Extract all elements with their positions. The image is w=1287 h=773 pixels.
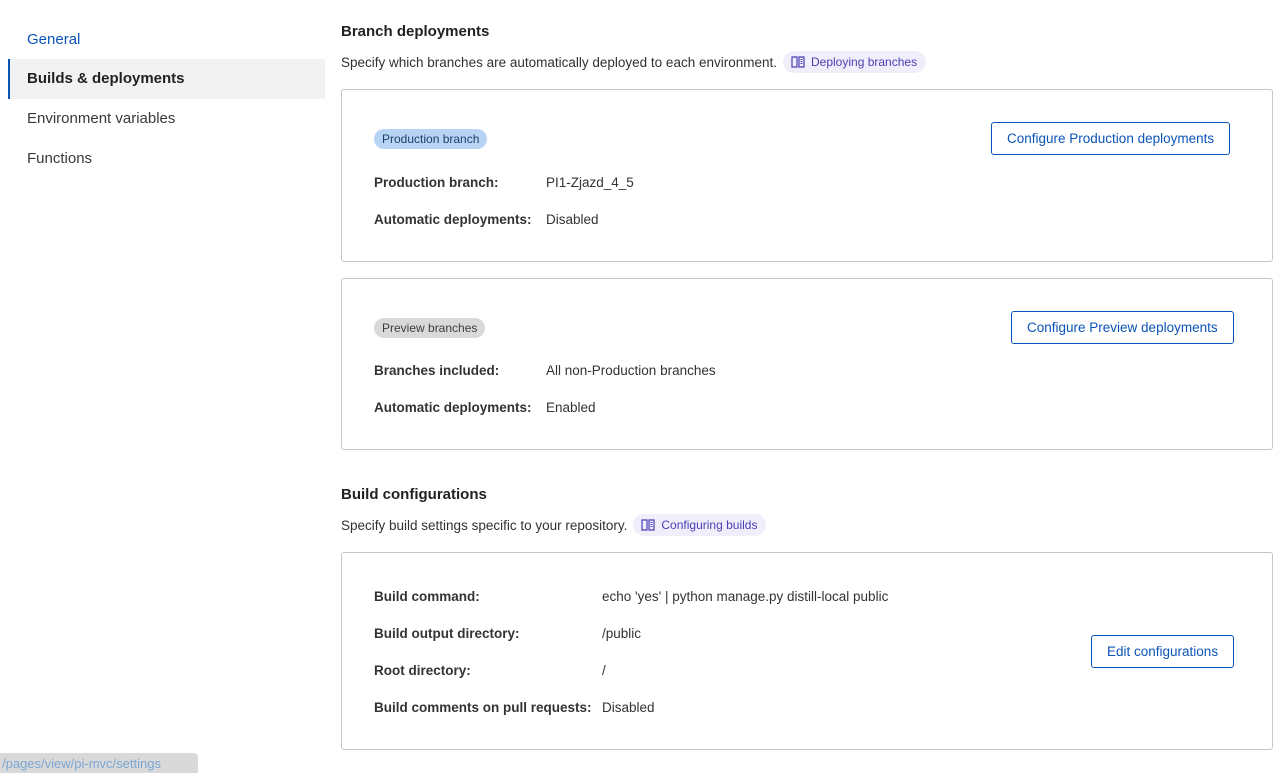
build-configurations-card: Build command: echo 'yes' | python manag… [341, 552, 1273, 750]
build-configurations-description-text: Specify build settings specific to your … [341, 517, 628, 533]
build-output-directory-label: Build output directory: [374, 626, 520, 641]
production-branch-badge: Production branch [374, 129, 488, 149]
branch-deployments-title: Branch deployments [341, 23, 490, 40]
configuring-builds-label: Configuring builds [661, 518, 758, 532]
production-branch-value: PI1-Zjazd_4_5 [546, 175, 634, 190]
build-comments-label: Build comments on pull requests: [374, 700, 592, 715]
status-bar-url: /pages/view/pi-mvc/settings [0, 753, 198, 773]
preview-auto-deploy-value: Enabled [546, 400, 596, 415]
preview-branches-card: Preview branches Configure Preview deplo… [341, 278, 1273, 450]
build-command-label: Build command: [374, 589, 480, 604]
branch-deployments-description: Specify which branches are automatically… [341, 51, 927, 73]
root-directory-value: / [602, 663, 606, 678]
settings-sidebar: General Builds & deployments Environment… [0, 0, 325, 770]
preview-auto-deploy-label: Automatic deployments: [374, 400, 532, 415]
sidebar-item-environment-variables[interactable]: Environment variables [8, 99, 325, 139]
branches-included-value: All non-Production branches [546, 363, 716, 378]
production-branch-label: Production branch: [374, 175, 499, 190]
production-auto-deploy-label: Automatic deployments: [374, 212, 532, 227]
production-branch-card: Production branch Configure Production d… [341, 89, 1273, 262]
book-icon [641, 519, 655, 531]
sidebar-item-builds-deployments[interactable]: Builds & deployments [8, 59, 325, 99]
build-output-directory-value: /public [602, 626, 642, 641]
build-comments-value: Disabled [602, 700, 655, 715]
edit-configurations-button[interactable]: Edit configurations [1091, 635, 1235, 668]
branch-deployments-description-text: Specify which branches are automatically… [341, 54, 777, 70]
production-auto-deploy-value: Disabled [546, 212, 599, 227]
book-icon [791, 56, 805, 68]
root-directory-label: Root directory: [374, 663, 471, 678]
deploying-branches-label: Deploying branches [811, 55, 918, 69]
branches-included-label: Branches included: [374, 363, 500, 378]
build-configurations-description: Specify build settings specific to your … [341, 514, 767, 536]
build-command-value: echo 'yes' | python manage.py distill-lo… [602, 589, 889, 604]
configure-production-deployments-button[interactable]: Configure Production deployments [991, 122, 1231, 155]
configure-preview-deployments-button[interactable]: Configure Preview deployments [1011, 311, 1234, 344]
sidebar-item-general[interactable]: General [8, 20, 325, 60]
preview-branches-badge: Preview branches [374, 318, 486, 338]
sidebar-item-functions[interactable]: Functions [8, 139, 325, 179]
configuring-builds-doc-link[interactable]: Configuring builds [633, 514, 767, 536]
build-configurations-title: Build configurations [341, 486, 487, 503]
deploying-branches-doc-link[interactable]: Deploying branches [783, 51, 927, 73]
